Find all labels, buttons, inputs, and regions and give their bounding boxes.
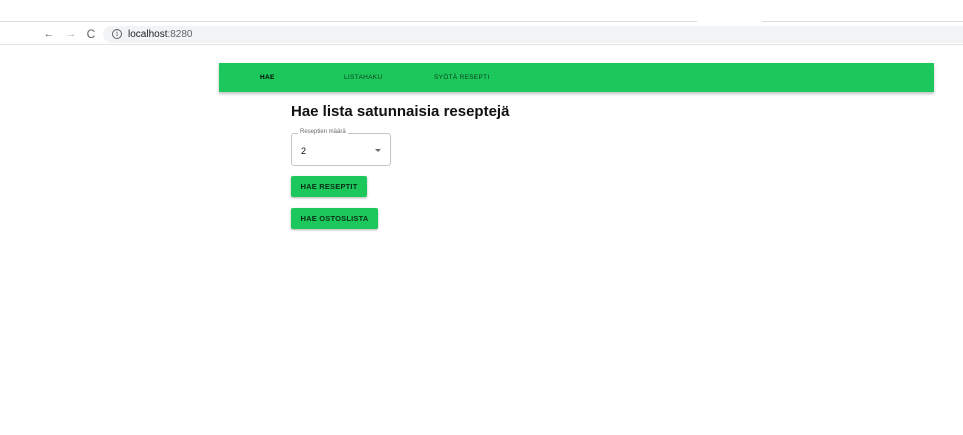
url-text: localhost:8280 <box>128 27 193 42</box>
tab-hae[interactable]: HAE <box>260 63 275 92</box>
fetch-shopping-list-button[interactable]: HAE OSTOSLISTA <box>291 208 378 229</box>
chevron-down-icon <box>375 149 381 152</box>
arrow-right-icon[interactable]: → <box>64 27 78 41</box>
recipe-count-value: 2 <box>301 146 307 156</box>
recipe-count-label: Reseptien määrä <box>298 129 348 135</box>
page-title: Hae lista satunnaisia reseptejä <box>291 103 510 120</box>
recipe-count-select[interactable]: Reseptien määrä 2 <box>291 129 391 166</box>
tab-strip-divider <box>762 21 963 22</box>
url-host: localhost <box>128 29 168 40</box>
app-nav-bar: HAE LISTAHAKU SYÖTÄ RESEPTI <box>219 63 934 92</box>
fetch-recipes-button[interactable]: HAE RESEPTIT <box>291 176 367 197</box>
url-port: :8280 <box>167 29 193 40</box>
tab-listahaku[interactable]: LISTAHAKU <box>344 63 382 92</box>
tab-syota-resepti[interactable]: SYÖTÄ RESEPTI <box>434 63 490 92</box>
reload-icon[interactable]: C <box>84 27 98 41</box>
browser-toolbar: ← → C i localhost:8280 <box>0 25 963 45</box>
info-icon[interactable]: i <box>112 29 122 39</box>
browser-tab-strip <box>0 0 963 25</box>
tab-strip-divider <box>0 21 697 22</box>
arrow-left-icon[interactable]: ← <box>42 27 56 41</box>
address-bar[interactable]: i localhost:8280 <box>103 26 963 43</box>
